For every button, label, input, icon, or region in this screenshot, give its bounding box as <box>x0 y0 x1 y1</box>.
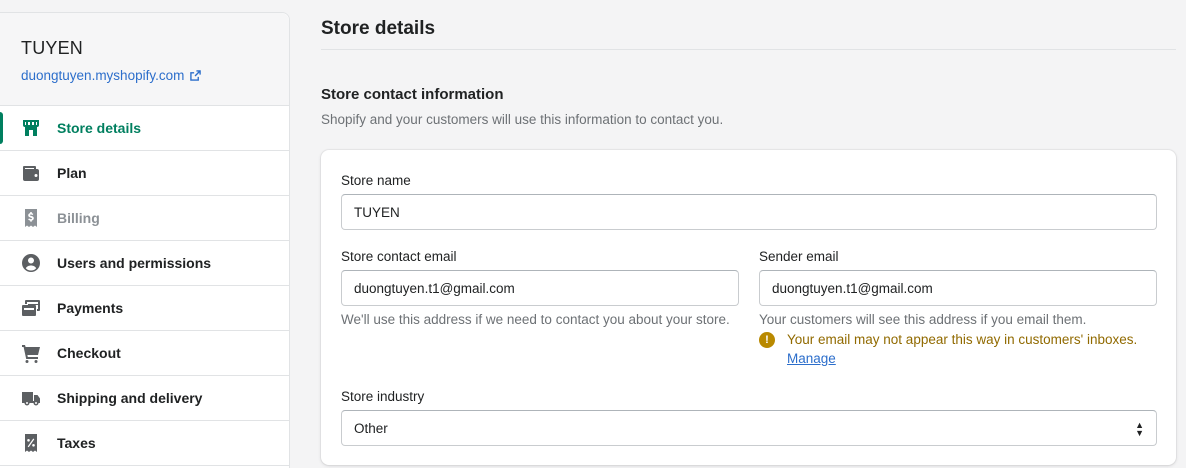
sidebar-item-label: Plan <box>57 165 87 181</box>
store-header: TUYEN duongtuyen.myshopify.com <box>0 13 289 106</box>
store-title: TUYEN <box>21 38 84 58</box>
sidebar-item-store-details[interactable]: Store details <box>0 106 289 151</box>
sender-email-warning: ! Your email may not appear this way in … <box>759 330 1157 350</box>
page-title: Store details <box>321 0 1176 50</box>
store-icon <box>21 118 41 138</box>
store-name-input[interactable]: TUYEN <box>341 194 1157 230</box>
sidebar-item-shipping[interactable]: Shipping and delivery <box>0 376 289 421</box>
sidebar-item-taxes[interactable]: Taxes <box>0 421 289 466</box>
settings-sidebar: TUYEN duongtuyen.myshopify.com Store det… <box>0 12 290 468</box>
sidebar-item-label: Store details <box>57 120 142 136</box>
manage-link[interactable]: Manage <box>787 351 836 366</box>
main-content: Store details Store contact information … <box>321 0 1176 465</box>
store-industry-label: Store industry <box>341 389 425 404</box>
warning-icon: ! <box>759 332 775 348</box>
sidebar-item-payments[interactable]: Payments <box>0 286 289 331</box>
truck-icon <box>21 388 41 408</box>
contact-email-help: We'll use this address if we need to con… <box>341 312 730 327</box>
sender-email-help: Your customers will see this address if … <box>759 312 1087 327</box>
sidebar-item-label: Taxes <box>57 435 96 451</box>
store-industry-value: Other <box>354 420 388 436</box>
sender-email-input[interactable]: duongtuyen.t1@gmail.com <box>759 270 1157 306</box>
store-url-link[interactable]: duongtuyen.myshopify.com <box>21 68 269 83</box>
section-title: Store contact information <box>321 86 504 103</box>
wallet-icon <box>21 163 41 183</box>
sidebar-item-plan[interactable]: Plan <box>0 151 289 196</box>
sidebar-item-label: Payments <box>57 300 124 316</box>
store-industry-select[interactable]: Other ▲ ▼ <box>341 410 1157 446</box>
receipt-icon <box>21 208 41 228</box>
contact-info-card: Store name TUYEN Store contact email duo… <box>321 150 1176 465</box>
user-circle-icon <box>21 253 41 273</box>
store-name-label: Store name <box>341 173 411 188</box>
sender-email-label: Sender email <box>759 249 839 264</box>
warning-text: Your email may not appear this way in cu… <box>787 332 1138 347</box>
section-description: Shopify and your customers will use this… <box>321 112 724 127</box>
sidebar-item-billing[interactable]: Billing <box>0 196 289 241</box>
contact-email-label: Store contact email <box>341 249 457 264</box>
sidebar-item-label: Billing <box>57 210 100 226</box>
contact-email-input[interactable]: duongtuyen.t1@gmail.com <box>341 270 739 306</box>
external-link-icon <box>190 70 202 81</box>
select-arrows-icon: ▲ ▼ <box>1135 420 1144 438</box>
sidebar-item-label: Shipping and delivery <box>57 390 203 406</box>
store-url-label[interactable]: duongtuyen.myshopify.com <box>21 68 184 83</box>
sidebar-item-checkout[interactable]: Checkout <box>0 331 289 376</box>
sidebar-item-label: Checkout <box>57 345 121 361</box>
sidebar-item-label: Users and permissions <box>57 255 212 271</box>
credit-card-icon <box>21 298 41 318</box>
sidebar-item-users[interactable]: Users and permissions <box>0 241 289 286</box>
tax-receipt-icon <box>21 433 41 453</box>
cart-icon <box>21 343 41 363</box>
